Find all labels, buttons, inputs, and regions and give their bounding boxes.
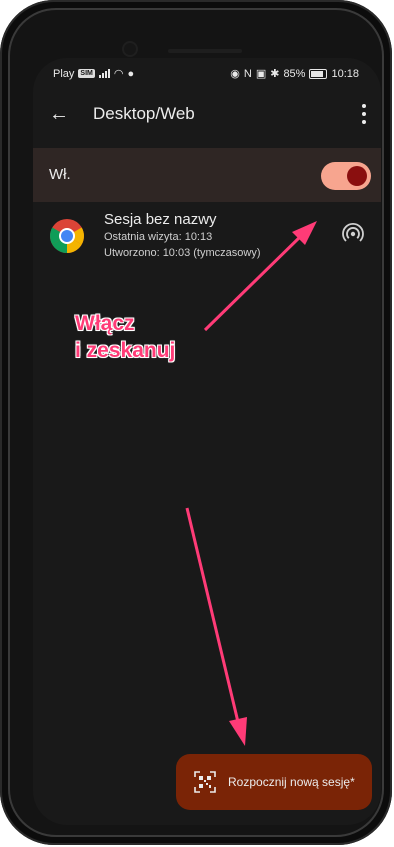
- status-bar: Play SIM ◠ ● ◉ N ▣ ✱ 85% 10:18: [33, 58, 381, 88]
- sim-badge: SIM: [78, 69, 95, 78]
- notification-icon: ●: [127, 67, 135, 80]
- status-right: ◉ N ▣ ✱ 85% 10:18: [230, 67, 359, 81]
- status-left: Play SIM ◠ ●: [53, 67, 135, 81]
- session-last-visit: Ostatnia wizyta: 10:13: [104, 231, 213, 243]
- annotation-line-1: Włącz: [75, 312, 135, 335]
- more-options-icon[interactable]: [361, 104, 367, 124]
- enable-switch[interactable]: [321, 162, 371, 190]
- phone-frame: Play SIM ◠ ● ◉ N ▣ ✱ 85% 10:18 ← Desktop…: [0, 0, 392, 845]
- session-title: Sesja bez nazwy: [104, 211, 217, 228]
- chrome-icon: [50, 219, 84, 253]
- new-session-button[interactable]: Rozpocznij nową sesję*: [176, 754, 372, 810]
- page-title: Desktop/Web: [93, 104, 195, 123]
- front-camera: [122, 41, 138, 57]
- session-created: Utworzono: 10:03 (tymczasowy): [104, 247, 261, 259]
- switch-knob: [347, 166, 367, 186]
- qr-code-icon: [194, 771, 216, 793]
- vibrate-icon: ▣: [255, 68, 267, 80]
- earpiece-speaker: [168, 49, 242, 53]
- phone-screen: Play SIM ◠ ● ◉ N ▣ ✱ 85% 10:18 ← Desktop…: [33, 58, 381, 825]
- app-bar: ← Desktop/Web: [33, 98, 381, 134]
- back-arrow-icon[interactable]: ←: [49, 102, 69, 126]
- battery-icon: [309, 68, 328, 79]
- bluetooth-icon: ✱: [270, 68, 280, 80]
- play-label: Play: [53, 67, 75, 80]
- instruction-annotation: Włącz i zeskanuj: [75, 310, 175, 364]
- enable-toggle-row[interactable]: Wł.: [33, 148, 381, 202]
- signal-icon: [98, 69, 110, 78]
- new-session-label: Rozpocznij nową sesję*: [228, 775, 355, 789]
- session-list-item[interactable]: Sesja bez nazwy Ostatnia wizyta: 10:13 U…: [33, 208, 381, 274]
- nfc-icon: N: [243, 67, 252, 80]
- broadcast-icon[interactable]: [341, 222, 365, 246]
- toggle-label: Wł.: [49, 166, 71, 183]
- clock: 10:18: [331, 67, 359, 80]
- eye-icon: ◉: [230, 68, 240, 80]
- wifi-icon: ◠: [113, 68, 124, 80]
- battery-percent: 85%: [283, 67, 306, 80]
- annotation-line-2: i zeskanuj: [75, 339, 176, 362]
